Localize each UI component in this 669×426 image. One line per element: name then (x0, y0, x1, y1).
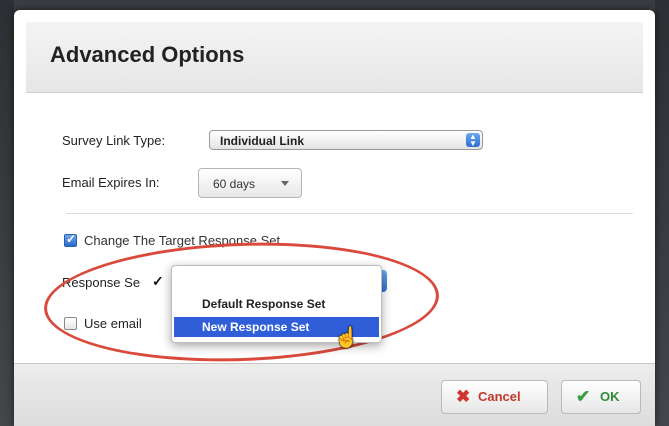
hand-cursor-icon: ☝ (334, 327, 359, 349)
email-expires-label: Email Expires In: (62, 175, 160, 190)
survey-link-type-label: Survey Link Type: (62, 133, 166, 148)
dropdown-item-default-response-set[interactable]: Default Response Set (174, 294, 379, 314)
chevron-down-icon (281, 181, 289, 186)
dialog-body: Survey Link Type: Individual Link ▲ ▼ Ema… (26, 93, 643, 368)
dialog-footer: ✖ Cancel ✔ OK (14, 363, 655, 426)
checkmark-icon: ✓ (152, 273, 164, 289)
backdrop-right (655, 0, 669, 426)
email-expires-value: 60 days (213, 177, 256, 191)
select-arrows-icon: ▲ ▼ (466, 133, 480, 148)
checkmark-icon: ✓ (66, 232, 77, 246)
close-icon: ✖ (456, 387, 471, 406)
backdrop-left (0, 0, 14, 426)
section-divider (66, 213, 633, 214)
cancel-button[interactable]: ✖ Cancel (441, 380, 548, 414)
dropdown-item-current[interactable]: ✓ (152, 271, 379, 291)
dialog-title: Advanced Options (50, 42, 245, 67)
email-expires-select[interactable]: 60 days (198, 168, 302, 198)
survey-link-type-value: Individual Link (220, 134, 305, 148)
dialog-header: Advanced Options (26, 22, 643, 93)
ok-button[interactable]: ✔ OK (561, 380, 641, 414)
change-target-checkbox[interactable]: ✓ (64, 232, 77, 247)
survey-link-type-select[interactable]: Individual Link ▲ ▼ (209, 130, 483, 150)
advanced-options-dialog: Advanced Options Survey Link Type: Indiv… (14, 10, 655, 426)
check-icon: ✔ (576, 387, 591, 406)
